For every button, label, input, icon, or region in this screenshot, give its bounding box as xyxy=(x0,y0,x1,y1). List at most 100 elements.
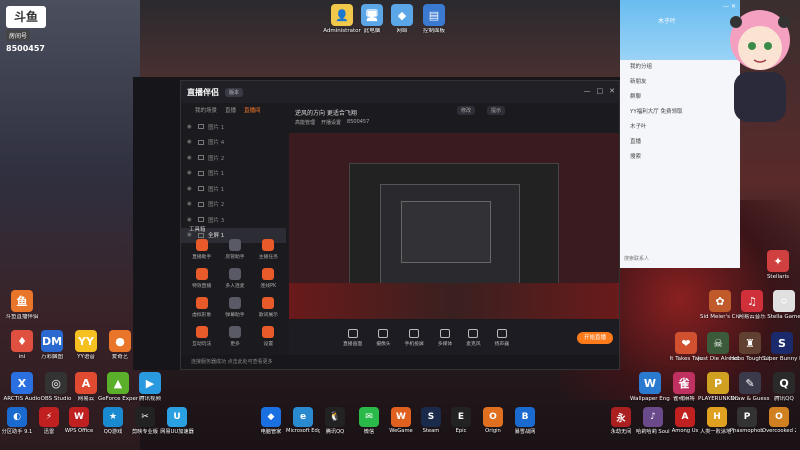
scene-type-icon xyxy=(198,170,204,176)
eye-icon[interactable]: ◉ xyxy=(187,155,194,161)
eye-icon[interactable]: ◉ xyxy=(187,232,194,238)
tool-item[interactable]: 歌词展示 xyxy=(252,297,285,318)
tool-item[interactable]: 直播助手 xyxy=(185,239,218,260)
eye-icon[interactable]: ◉ xyxy=(187,217,194,223)
tool-label: 特效直播 xyxy=(192,284,212,289)
tool-item[interactable]: 主播任务 xyxy=(252,239,285,260)
scene-item[interactable]: ◉ 图片 2 xyxy=(181,197,286,213)
scene-item[interactable]: ◉ 图片 4 xyxy=(181,135,286,151)
maximize-icon[interactable]: □ xyxy=(597,87,604,95)
tool-icon xyxy=(228,268,241,280)
qq-list-item[interactable]: 搜索 xyxy=(620,150,740,165)
desktop-icon-right-3[interactable]: ⚪ Stella Game xyxy=(764,290,800,320)
scene-item[interactable]: ◉ 图片 1 xyxy=(181,181,286,197)
scene-item[interactable]: ◉ 图片 1 xyxy=(181,119,286,135)
scene-item[interactable]: ◉ 图片 2 xyxy=(181,150,286,166)
tab-live[interactable]: 直播 xyxy=(225,106,236,114)
desktop-icon-mid-4[interactable]: Q 腾讯QQ xyxy=(764,372,800,402)
source-button[interactable]: 摄像头 xyxy=(376,329,391,347)
taskbar-item-2[interactable]: W WPS Office xyxy=(62,407,96,434)
close-icon[interactable]: ✕ xyxy=(609,87,615,95)
start-live-button[interactable]: 开始直播 xyxy=(577,332,613,344)
taskbar-item-6[interactable]: ◆ 电脑管家 xyxy=(254,407,288,435)
tool-item[interactable]: 设置 xyxy=(252,326,285,347)
source-button[interactable]: 直播画面 xyxy=(343,329,362,347)
desktop-icon-right-7[interactable]: S Super Bunny Man xyxy=(762,332,800,362)
manage-link[interactable]: 高能管理 xyxy=(295,119,315,126)
tool-item[interactable]: 房管助手 xyxy=(218,239,251,260)
taskbar-item-12[interactable]: E Epic xyxy=(444,407,478,434)
version-badge[interactable]: 版本 xyxy=(225,87,244,97)
taskbar-item-4[interactable]: ✂ 剪映专业版 xyxy=(128,407,162,435)
eye-icon[interactable]: ◉ xyxy=(187,139,194,145)
edit-tag[interactable]: 修改 xyxy=(457,106,476,115)
stream-title[interactable]: 逆风的方向 更适合飞翔 xyxy=(295,108,357,117)
taskbar-item-9[interactable]: ✉ 微信 xyxy=(352,407,386,435)
source-button[interactable]: 扬声器 xyxy=(495,329,509,347)
desktop-icon-top-1-icon: 🖥 xyxy=(361,4,383,26)
desktop-icon-left-0[interactable]: 鱼斗鱼直播伴侣 xyxy=(2,290,42,320)
taskbar-item-13[interactable]: O Origin xyxy=(476,407,510,434)
minimize-icon[interactable]: — xyxy=(584,87,591,95)
desktop-icon-mid-2-icon: P xyxy=(707,372,729,394)
eye-icon[interactable]: ◉ xyxy=(187,124,194,130)
taskbar-item-12-label: Epic xyxy=(455,428,467,434)
desktop-icon-mid-4-icon: Q xyxy=(773,372,795,394)
desktop-icon-left-7-icon: A xyxy=(75,372,97,394)
tool-item[interactable]: 更多 xyxy=(218,326,251,347)
desktop-icon-top-3[interactable]: ▤ 控制面板 xyxy=(414,4,454,34)
tool-item[interactable]: 虚拟形象 xyxy=(185,297,218,318)
desktop-icon-right-0[interactable]: ✦ Stellaris xyxy=(758,250,798,280)
taskbar-item-11[interactable]: S Steam xyxy=(414,407,448,434)
room-number: 8500457 xyxy=(6,44,45,53)
tool-item[interactable]: 特效直播 xyxy=(185,268,218,289)
tool-item[interactable]: 互动玩法 xyxy=(185,326,218,347)
tool-icon xyxy=(262,326,275,338)
tool-label: 房管助手 xyxy=(225,255,245,260)
taskbar-item-5[interactable]: U 网易UU加速器 xyxy=(160,407,194,435)
setting-link[interactable]: 开播设置 xyxy=(321,119,341,126)
taskbar-item-17[interactable]: A Among Us xyxy=(668,407,702,434)
taskbar-item-19[interactable]: PPhasmophobia xyxy=(730,407,764,434)
eye-icon[interactable]: ◉ xyxy=(187,201,194,207)
taskbar-item-0[interactable]: ◐ 分区助手 9.1 xyxy=(0,407,34,435)
source-button[interactable]: 麦克风 xyxy=(466,329,481,347)
taskbar-item-20[interactable]: O Overcooked 2 xyxy=(762,407,796,434)
eye-icon[interactable]: ◉ xyxy=(187,170,194,176)
taskbar-item-18[interactable]: H 人类一败涂地 Human Fall xyxy=(700,407,734,435)
desktop-icon-left-9[interactable]: ▶ 腾讯视频 xyxy=(130,372,170,402)
taskbar-item-10[interactable]: W WeGame xyxy=(384,407,418,434)
tool-item[interactable]: 连线PK xyxy=(252,268,285,289)
source-icon xyxy=(496,329,507,338)
scene-item[interactable]: ◉ 图片 1 xyxy=(181,166,286,182)
qq-username[interactable]: 木子叶 xyxy=(658,16,676,25)
source-label: 手机投屏 xyxy=(404,342,424,347)
title-bar: 直播伴侣 版本 — □ ✕ xyxy=(181,81,619,103)
taskbar-item-7[interactable]: eMicrosoft Edge xyxy=(286,407,320,434)
qq-search[interactable]: 搜索联系人 xyxy=(624,255,649,262)
taskbar-item-3[interactable]: ★ QQ游戏 xyxy=(96,407,130,435)
eye-icon[interactable]: ◉ xyxy=(187,186,194,192)
desktop-icon-left-4[interactable]: ● 爱奇艺 xyxy=(100,330,140,360)
taskbar-item-7-icon: e xyxy=(293,407,313,427)
taskbar-item-6-icon: ◆ xyxy=(261,407,281,427)
desktop-icon-left-0-label: 斗鱼直播伴侣 xyxy=(5,314,39,320)
room-label: 房间号 xyxy=(6,30,31,41)
tool-item[interactable]: 多人连麦 xyxy=(218,268,251,289)
taskbar-item-16[interactable]: ♪ 哈莉哈莉 Soul Dancer xyxy=(636,407,670,435)
source-button[interactable]: 手机投屏 xyxy=(405,329,424,347)
source-button[interactable]: 多媒体 xyxy=(438,329,452,347)
taskbar-item-7-label: Microsoft Edge xyxy=(286,428,320,434)
qq-list-item[interactable]: 直播 xyxy=(620,135,740,150)
taskbar-item-14[interactable]: B 暴雪战网 xyxy=(508,407,542,435)
source-icon xyxy=(409,329,420,338)
hint-tag[interactable]: 提示 xyxy=(487,106,506,115)
tab-room[interactable]: 直播间 xyxy=(244,106,261,114)
taskbar-item-15[interactable]: 永永劫无间 xyxy=(604,407,638,435)
taskbar-item-8[interactable]: 🐧 腾讯QQ xyxy=(318,407,352,435)
tab-my-scenes[interactable]: 我的场景 xyxy=(195,106,217,114)
tool-label: 设置 xyxy=(263,342,274,347)
tool-item[interactable]: 弹幕助手 xyxy=(218,297,251,318)
desktop-icon-left-4-icon: ● xyxy=(109,330,131,352)
taskbar-item-1[interactable]: ⚡ 迅雷 xyxy=(32,407,66,435)
